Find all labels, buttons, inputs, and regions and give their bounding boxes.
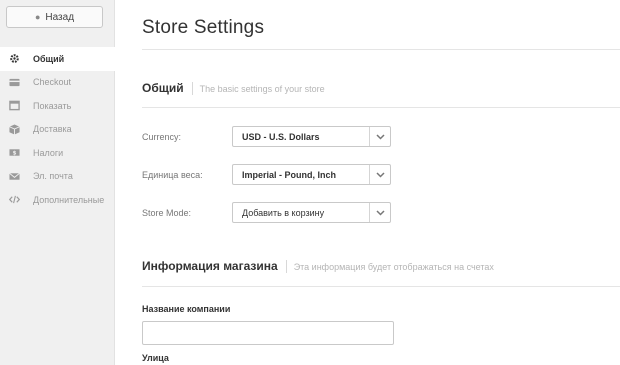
field-label: Store Mode: <box>142 207 192 218</box>
sidebar-item-label: Доставка <box>33 124 72 135</box>
section-separator <box>285 259 287 273</box>
select-value: USD - U.S. Dollars <box>242 131 320 142</box>
section-divider <box>142 286 620 287</box>
envelope-icon <box>8 170 20 182</box>
select-value: Добавить в корзину <box>242 207 325 218</box>
sidebar-item-checkout[interactable]: Checkout <box>0 71 115 95</box>
section-title: Информация магазина <box>142 259 278 273</box>
sidebar-item-label: Общий <box>33 53 65 64</box>
sidebar-nav: Общий Checkout Показать Доставка $ Налог… <box>0 47 116 212</box>
app-window: ● Назад Общий Checkout Показать Доставка… <box>0 0 620 365</box>
section-divider <box>142 107 620 108</box>
sidebar-item-taxes[interactable]: $ Налоги <box>0 141 115 165</box>
chevron-down-icon <box>369 203 390 222</box>
sidebar-item-label: Checkout <box>33 77 72 88</box>
general-section-header: Общий The basic settings of your store <box>142 81 325 95</box>
sidebar-item-label: Налоги <box>33 147 64 158</box>
code-icon <box>8 194 20 206</box>
section-separator <box>191 81 193 95</box>
chevron-down-icon <box>369 127 390 146</box>
company-name-input[interactable] <box>142 321 394 345</box>
back-button-label: Назад <box>45 11 75 23</box>
currency-select[interactable]: USD - U.S. Dollars <box>232 126 391 147</box>
sidebar-item-general[interactable]: Общий <box>0 47 116 71</box>
section-title: Общий <box>142 81 184 95</box>
section-subtitle: Эта информация будет отображаться на сче… <box>293 262 494 272</box>
sidebar-item-label: Показать <box>33 100 72 111</box>
sidebar: ● Назад Общий Checkout Показать Доставка… <box>0 0 116 365</box>
window-icon <box>8 100 20 112</box>
currency-row: Currency: USD - U.S. Dollars <box>142 126 391 147</box>
sidebar-item-label: Дополнительные <box>33 194 105 205</box>
svg-text:$: $ <box>12 151 16 157</box>
store-mode-row: Store Mode: Добавить в корзину <box>142 202 391 223</box>
sidebar-item-display[interactable]: Показать <box>0 94 115 118</box>
street-label: Улица <box>142 353 169 363</box>
box-icon <box>8 123 20 135</box>
gear-icon <box>8 53 20 65</box>
page-title: Store Settings <box>142 17 265 38</box>
select-value: Imperial - Pound, Inch <box>242 169 337 180</box>
sidebar-item-advanced[interactable]: Дополнительные <box>0 188 115 212</box>
bullet-icon: ● <box>34 12 41 22</box>
title-divider <box>142 49 620 50</box>
store-mode-select[interactable]: Добавить в корзину <box>232 202 391 223</box>
field-label: Currency: <box>142 131 182 142</box>
weight-unit-row: Единица веса: Imperial - Pound, Inch <box>142 164 391 185</box>
dollar-bill-icon: $ <box>8 147 20 159</box>
sidebar-item-email[interactable]: Эл. почта <box>0 165 115 189</box>
company-name-label: Название компании <box>142 304 231 314</box>
back-button[interactable]: ● Назад <box>6 6 103 28</box>
weight-unit-select[interactable]: Imperial - Pound, Inch <box>232 164 391 185</box>
sidebar-item-label: Эл. почта <box>33 171 73 182</box>
main-content: Store Settings Общий The basic settings … <box>116 0 620 365</box>
field-label: Единица веса: <box>142 169 203 180</box>
store-info-section-header: Информация магазина Эта информация будет… <box>142 259 494 273</box>
chevron-down-icon <box>369 165 390 184</box>
section-subtitle: The basic settings of your store <box>199 84 325 94</box>
credit-card-icon <box>8 76 20 88</box>
sidebar-item-shipping[interactable]: Доставка <box>0 118 115 142</box>
